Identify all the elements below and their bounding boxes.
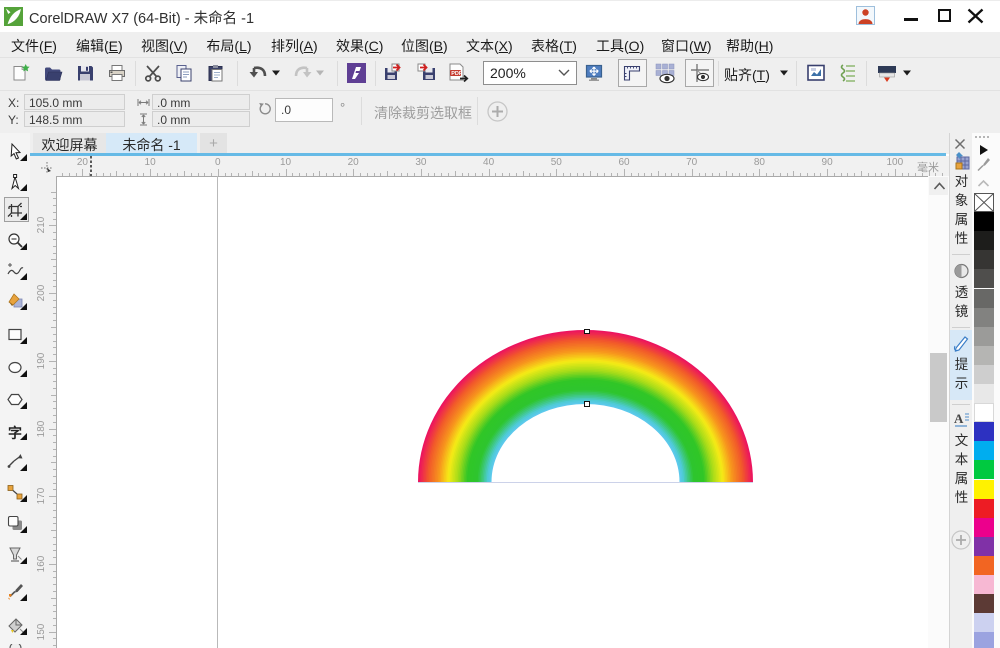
svg-text:A: A bbox=[954, 411, 964, 426]
svg-text:PDF: PDF bbox=[451, 71, 463, 77]
